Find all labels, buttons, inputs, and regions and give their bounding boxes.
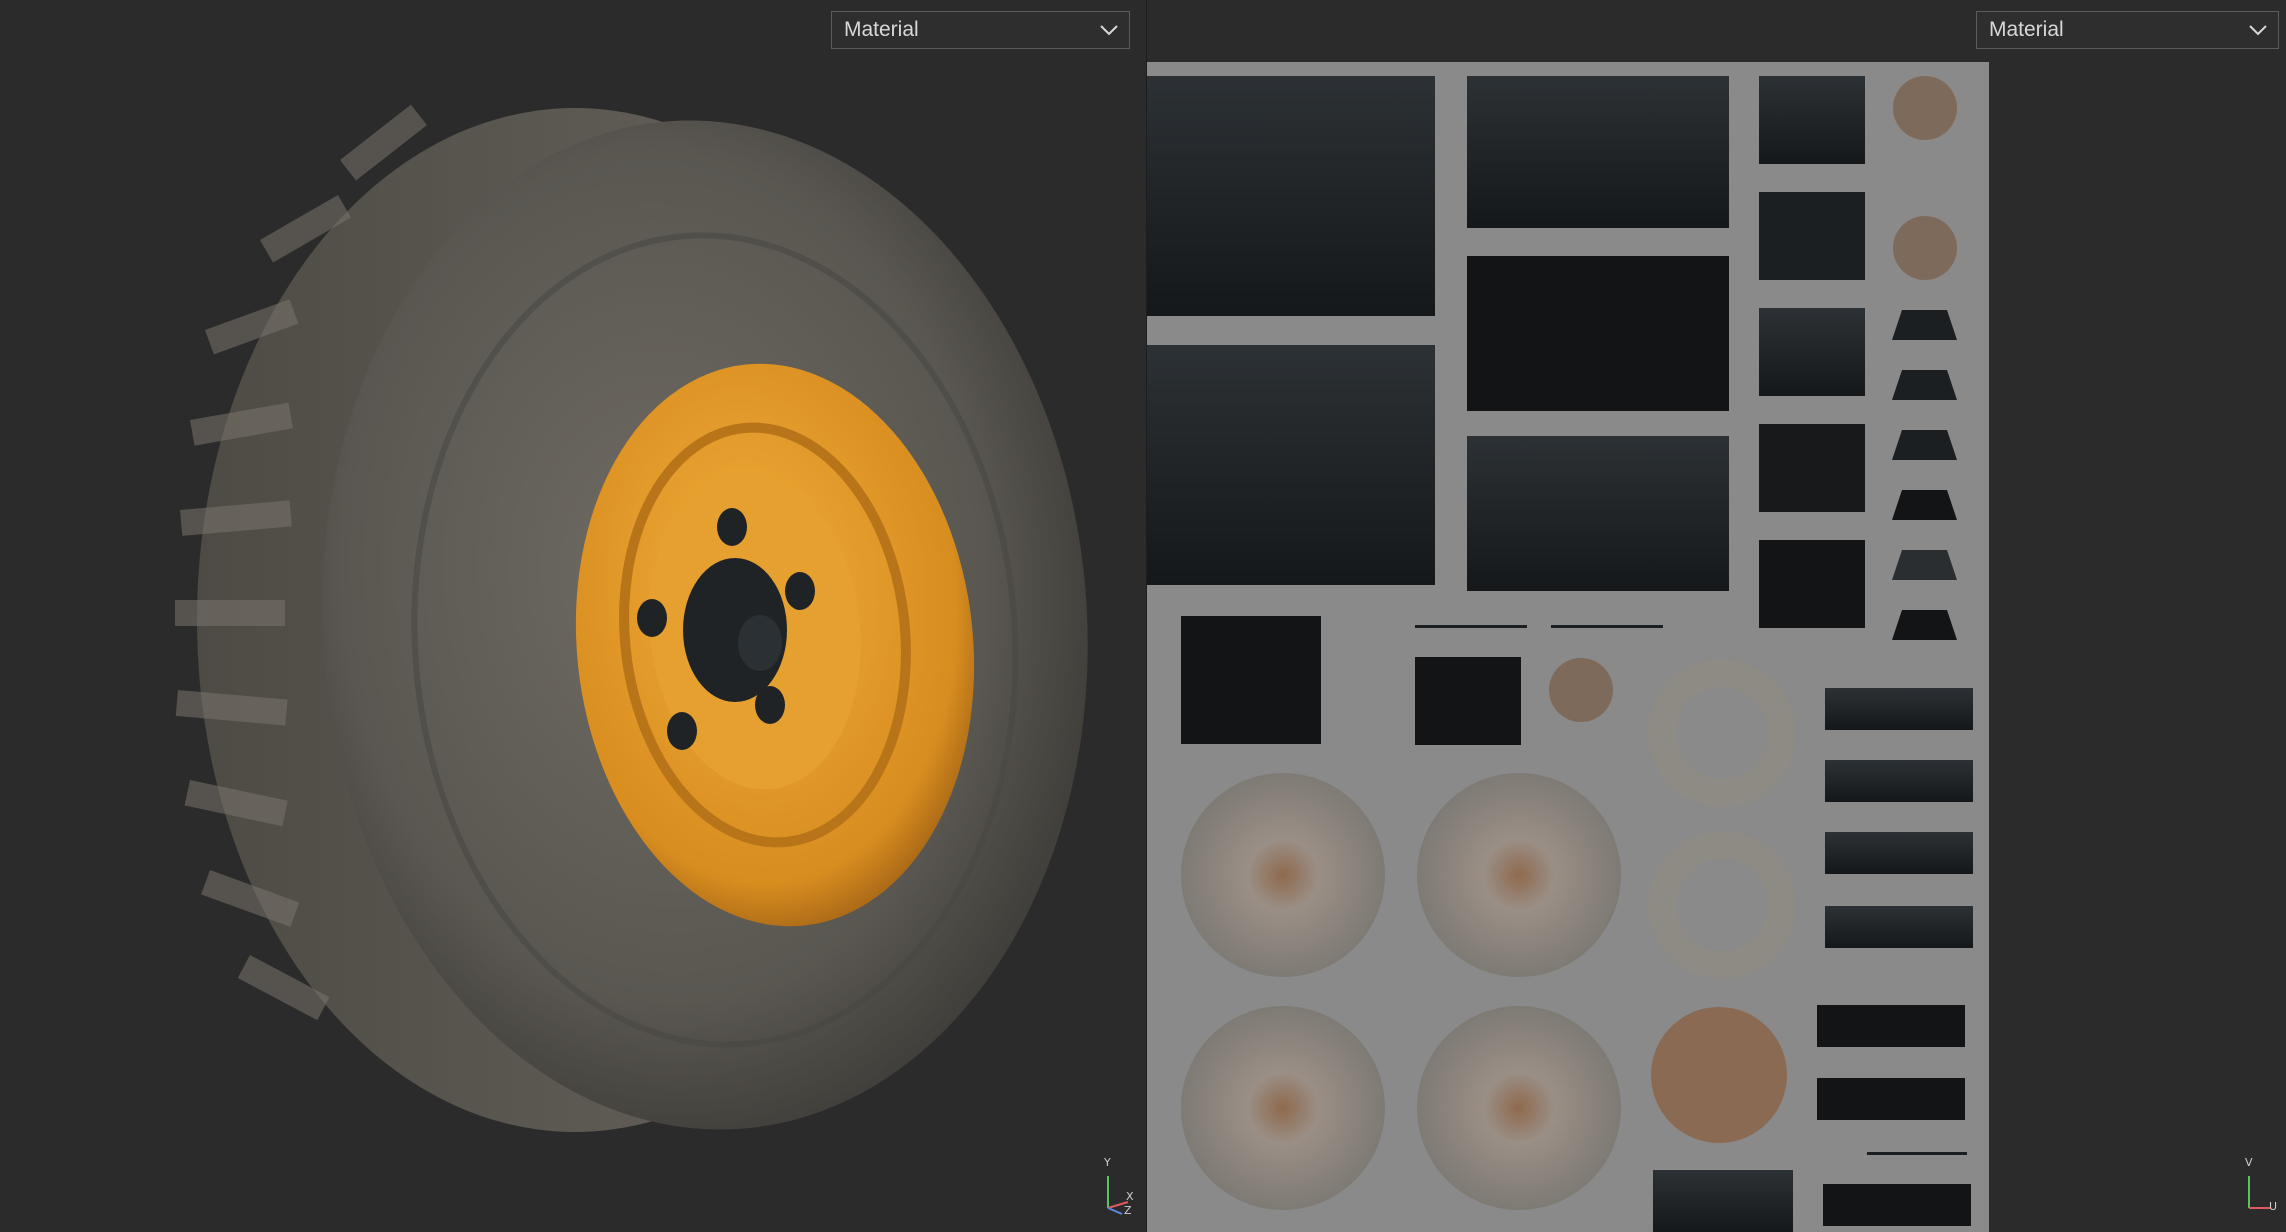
dropdown-selected-value: Material [1989, 18, 2064, 41]
viewport-3d[interactable]: Material Y X Z [0, 0, 1147, 1232]
axis-label-u: U [2269, 1200, 2278, 1213]
dropdown-selected-value: Material [844, 18, 919, 41]
axis-label-z: Z [1124, 1204, 1132, 1217]
viewport-uv[interactable]: Material V U [1147, 0, 2286, 1232]
axis-label-v: V [2245, 1156, 2253, 1169]
axis-label-y: Y [1104, 1156, 1111, 1169]
chevron-down-icon [2249, 25, 2267, 36]
axis-gizmo-icon: V U [2239, 1156, 2279, 1220]
axis-gizmo-icon: Y X Z [1098, 1156, 1138, 1220]
axis-label-x: X [1126, 1190, 1134, 1203]
channel-dropdown-uv[interactable]: Material [1976, 11, 2279, 49]
tire-3d-render[interactable] [0, 0, 1147, 1232]
channel-dropdown-3d[interactable]: Material [831, 11, 1130, 49]
uv-texture-sheet[interactable] [1147, 0, 2286, 1232]
chevron-down-icon [1100, 25, 1118, 36]
